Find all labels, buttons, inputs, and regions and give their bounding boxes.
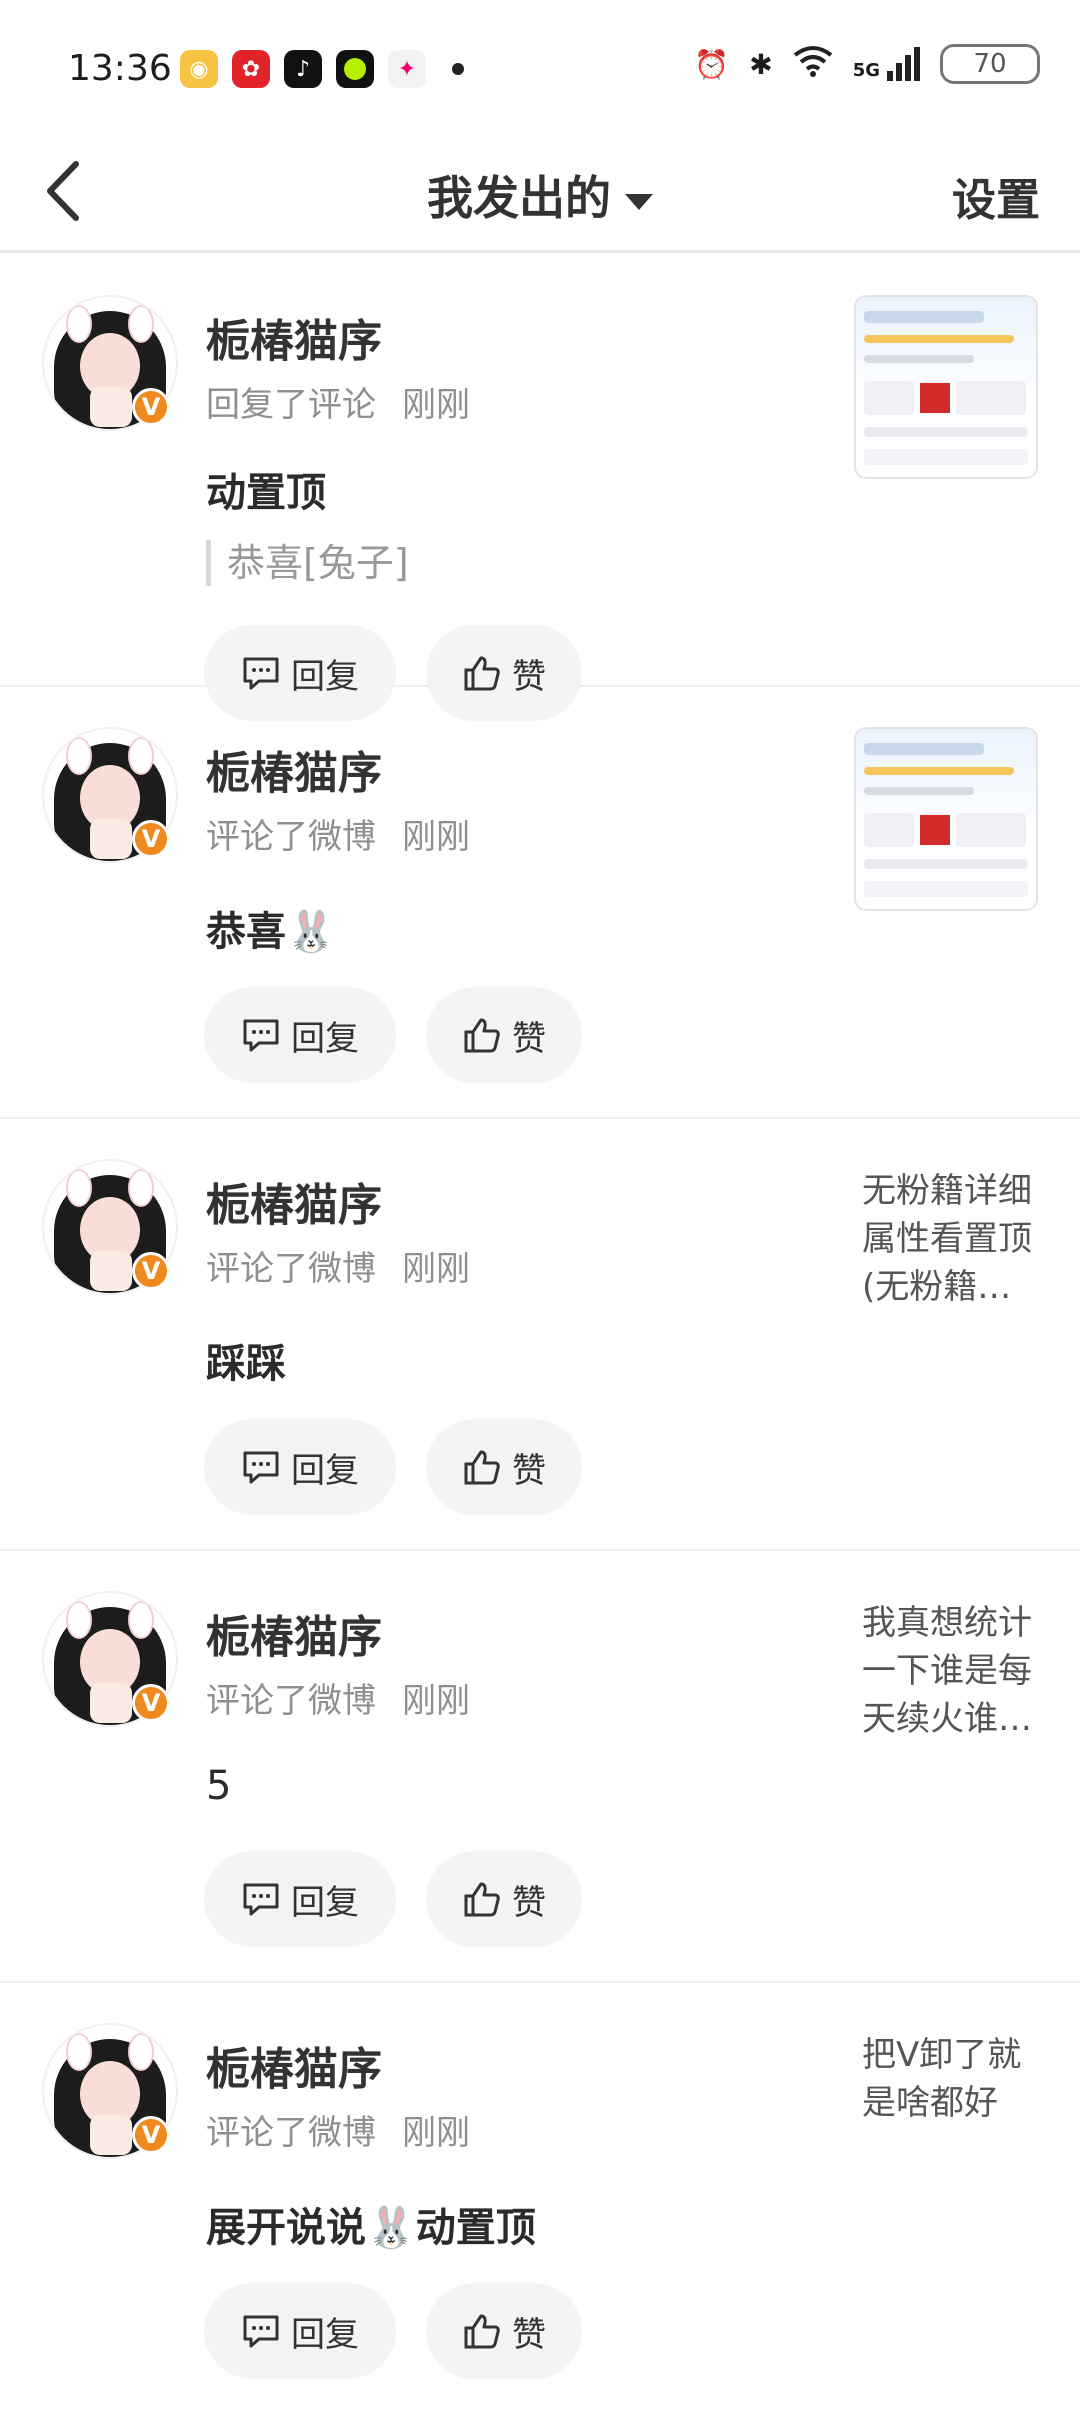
list-item: V 栀椿猫序 评论了微博 刚刚 5 回复 赞 我真想统计一下谁是每天续火谁… [0, 1551, 1080, 1983]
verified-badge-icon: V [132, 2116, 170, 2154]
like-button[interactable]: 赞 [426, 1419, 582, 1515]
item-meta: 评论了微博 刚刚 [206, 1241, 470, 1290]
timestamp: 刚刚 [402, 2113, 470, 2153]
reply-label: 回复 [291, 1450, 359, 1491]
like-button[interactable]: 赞 [426, 2283, 582, 2379]
page-title-dropdown[interactable]: 我发出的 [0, 162, 1080, 228]
like-label: 赞 [512, 1882, 546, 1923]
verified-badge-icon: V [132, 388, 170, 426]
item-actions: 回复 赞 [204, 1851, 582, 1947]
comment-content: 展开说说🐰动置顶 [206, 2205, 536, 2251]
action-text: 评论了微博 [206, 2113, 376, 2153]
action-text: 评论了微博 [206, 1681, 376, 1721]
status-time: 13:36 [68, 48, 172, 89]
bluetooth-icon: ✱ [749, 47, 773, 81]
app-green-icon [336, 50, 374, 88]
list-item: V 栀椿猫序 评论了微博 刚刚 踩踩 回复 赞 无粉籍详细属性看置顶(无粉籍… [0, 1119, 1080, 1551]
settings-button[interactable]: 设置 [952, 164, 1040, 228]
like-label: 赞 [512, 1018, 546, 1059]
signal-icon: 5G [853, 47, 920, 81]
weibo-post-thumbnail[interactable] [854, 727, 1038, 911]
action-text: 回复了评论 [206, 385, 376, 425]
comment-icon [243, 657, 279, 690]
reply-label: 回复 [291, 2314, 359, 2355]
weibo-post-thumbnail[interactable] [854, 295, 1038, 479]
comment-feed: V 栀椿猫序 回复了评论 刚刚 动置顶 恭喜[兔子] 回复 赞 V 栀椿猫序 评论… [0, 255, 1080, 2413]
verified-badge-icon: V [132, 820, 170, 858]
thumbs-up-icon [464, 2314, 500, 2349]
reply-button[interactable]: 回复 [204, 2283, 396, 2379]
tiktok-icon: ♪ [284, 50, 322, 88]
notification-app-icons: ◉ ✿ ♪ ✦ [180, 50, 464, 88]
action-text: 评论了微博 [206, 817, 376, 857]
item-actions: 回复 赞 [204, 1419, 582, 1515]
page-title: 我发出的 [427, 171, 611, 225]
quoted-comment: 恭喜[兔子] [206, 540, 409, 586]
comment-icon [243, 1883, 279, 1916]
status-bar: 13:36 ◉ ✿ ♪ ✦ ⏰ ✱ 5G 70 [0, 0, 1080, 140]
reply-button[interactable]: 回复 [204, 1851, 396, 1947]
weibo-post-snippet[interactable]: 我真想统计一下谁是每天续火谁… [862, 1599, 1042, 1743]
user-name[interactable]: 栀椿猫序 [206, 737, 382, 801]
comment-icon [243, 1451, 279, 1484]
like-label: 赞 [512, 1450, 546, 1491]
app-colorful-icon: ✦ [388, 50, 426, 88]
action-text: 评论了微博 [206, 1249, 376, 1289]
network-label: 5G [852, 60, 880, 81]
item-meta: 回复了评论 刚刚 [206, 377, 470, 426]
system-status-icons: ⏰ ✱ 5G 70 [694, 44, 1040, 84]
weibo-post-snippet[interactable]: 把V卸了就是啥都好 [862, 2031, 1042, 2127]
comment-icon [243, 2315, 279, 2348]
comment-content: 恭喜🐰 [206, 909, 336, 955]
top-nav-bar: 我发出的 设置 [0, 140, 1080, 253]
item-meta: 评论了微博 刚刚 [206, 1673, 470, 1722]
like-label: 赞 [512, 2314, 546, 2355]
item-meta: 评论了微博 刚刚 [206, 809, 470, 858]
user-name[interactable]: 栀椿猫序 [206, 305, 382, 369]
alarm-icon: ⏰ [694, 47, 730, 81]
list-item: V 栀椿猫序 评论了微博 刚刚 展开说说🐰动置顶 回复 赞 把V卸了就是啥都好 [0, 1983, 1080, 2413]
thumbs-up-icon [464, 1450, 500, 1485]
user-name[interactable]: 栀椿猫序 [206, 1169, 382, 1233]
verified-badge-icon: V [132, 1684, 170, 1722]
timestamp: 刚刚 [402, 1681, 470, 1721]
user-name[interactable]: 栀椿猫序 [206, 1601, 382, 1665]
list-item: V 栀椿猫序 回复了评论 刚刚 动置顶 恭喜[兔子] 回复 赞 [0, 255, 1080, 721]
comment-content: 动置顶 [206, 470, 326, 516]
item-meta: 评论了微博 刚刚 [206, 2105, 470, 2154]
thumbs-up-icon [464, 1882, 500, 1917]
reply-label: 回复 [291, 1018, 359, 1059]
comment-content: 5 [206, 1763, 232, 1809]
list-item: V 栀椿猫序 评论了微博 刚刚 恭喜🐰 回复 赞 [0, 687, 1080, 1119]
reply-button[interactable]: 回复 [204, 987, 396, 1083]
reply-label: 回复 [291, 1882, 359, 1923]
verified-badge-icon: V [132, 1252, 170, 1290]
item-actions: 回复 赞 [204, 2283, 582, 2379]
weibo-icon: ◉ [180, 50, 218, 88]
reply-button[interactable]: 回复 [204, 1419, 396, 1515]
weibo-post-snippet[interactable]: 无粉籍详细属性看置顶(无粉籍… [862, 1167, 1042, 1311]
item-actions: 回复 赞 [204, 987, 582, 1083]
comment-icon [243, 1019, 279, 1052]
more-notifications-dot [452, 63, 464, 75]
timestamp: 刚刚 [402, 385, 470, 425]
wifi-icon [793, 45, 833, 84]
app-red-icon: ✿ [232, 50, 270, 88]
timestamp: 刚刚 [402, 817, 470, 857]
like-button[interactable]: 赞 [426, 1851, 582, 1947]
thumbs-up-icon [464, 1018, 500, 1053]
user-name[interactable]: 栀椿猫序 [206, 2033, 382, 2097]
timestamp: 刚刚 [402, 1249, 470, 1289]
battery-indicator: 70 [940, 44, 1040, 84]
caret-down-icon [625, 193, 653, 210]
like-button[interactable]: 赞 [426, 987, 582, 1083]
comment-content: 踩踩 [206, 1341, 286, 1387]
